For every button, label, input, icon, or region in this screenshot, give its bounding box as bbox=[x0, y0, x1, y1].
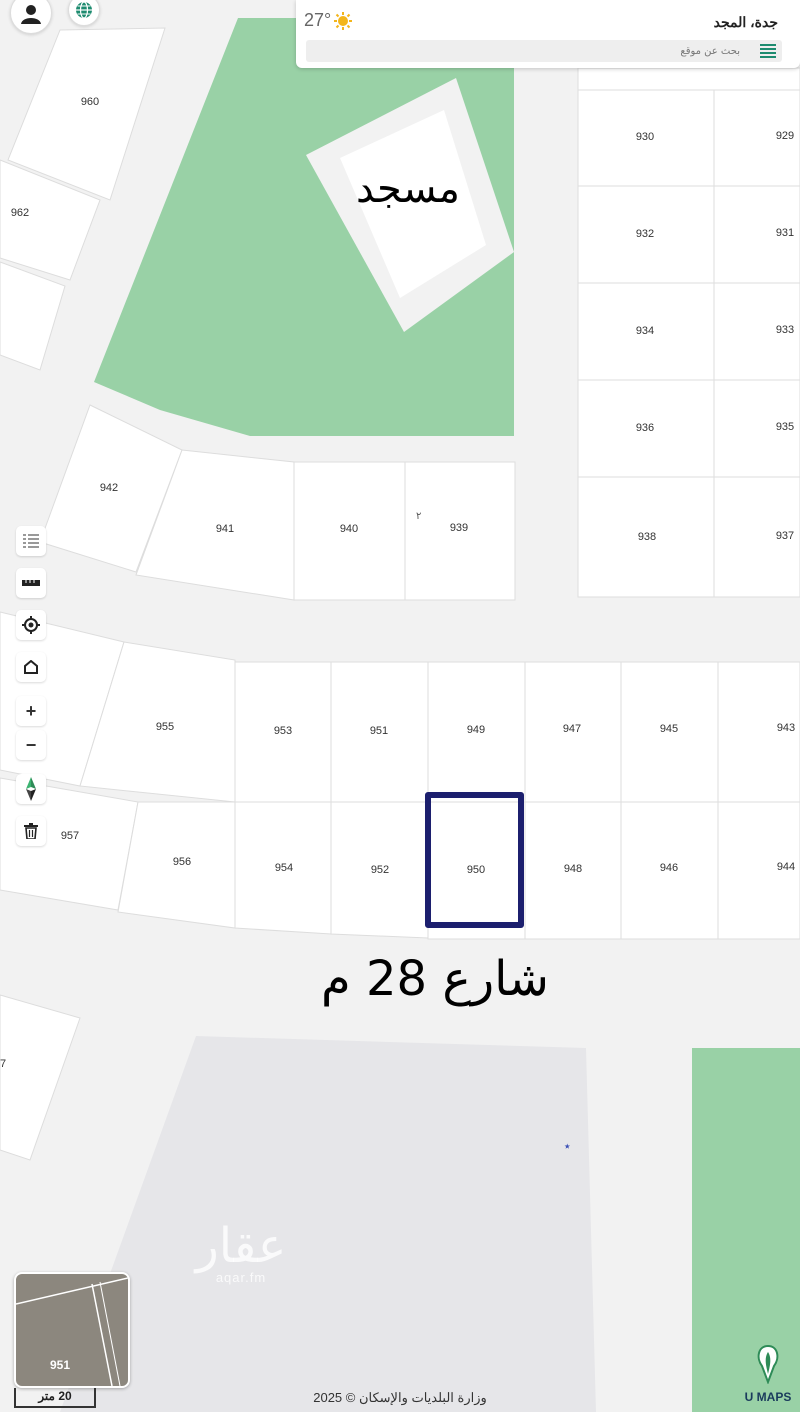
small-marker: ٭ bbox=[564, 1139, 571, 1153]
watermark-title: عقار bbox=[195, 1218, 287, 1274]
small-marker: ٢ bbox=[416, 511, 421, 522]
search-panel: 27° جدة، المجد bbox=[296, 0, 800, 68]
plot-label: 954 bbox=[275, 862, 293, 874]
menu-icon[interactable] bbox=[760, 44, 776, 58]
my-location-button[interactable] bbox=[16, 610, 46, 640]
plot-label: 960 bbox=[81, 96, 99, 108]
plot-label: 951 bbox=[370, 725, 388, 737]
map-canvas[interactable]: 960 962 930 929 932 931 934 933 936 935 … bbox=[0, 0, 800, 1412]
temperature: 27° bbox=[304, 10, 332, 30]
plot-label: 937 bbox=[776, 530, 794, 542]
plot-label: 942 bbox=[100, 482, 118, 494]
plot-label: 945 bbox=[660, 723, 678, 735]
umaps-brand: U MAPS bbox=[744, 1390, 792, 1404]
plot-label: 930 bbox=[636, 131, 654, 143]
minimap-label: 951 bbox=[50, 1358, 71, 1372]
scale-bar: 20 متر bbox=[14, 1388, 96, 1408]
list-icon bbox=[23, 534, 39, 548]
plot-label: 940 bbox=[340, 523, 358, 535]
plot-label: 936 bbox=[636, 422, 654, 434]
plot-label: 949 bbox=[467, 724, 485, 736]
trash-icon bbox=[24, 823, 38, 839]
plot-label: 935 bbox=[776, 421, 794, 433]
sun-icon bbox=[334, 11, 353, 30]
weather-widget: 27° bbox=[304, 10, 353, 31]
satellite-minimap[interactable]: 951 bbox=[14, 1272, 130, 1388]
search-box bbox=[306, 40, 782, 62]
plot-label: 946 bbox=[660, 862, 678, 874]
plot-label: 944 bbox=[777, 861, 795, 873]
plot-label: 933 bbox=[776, 324, 794, 336]
umaps-logo: U MAPS bbox=[740, 1344, 796, 1404]
search-input[interactable] bbox=[306, 40, 746, 62]
plot-label: 931 bbox=[776, 227, 794, 239]
plot-label: 7 bbox=[0, 1058, 6, 1070]
plot-label: 955 bbox=[156, 721, 174, 733]
plot-label: 948 bbox=[564, 863, 582, 875]
home-icon bbox=[24, 660, 38, 674]
plot-label: 957 bbox=[61, 830, 79, 842]
zoom-in-button[interactable]: + bbox=[16, 696, 46, 726]
plot-label: 950 bbox=[467, 864, 485, 876]
plot-label: 953 bbox=[274, 725, 292, 737]
copyright-text: وزارة البلديات والإسكان © 2025 bbox=[313, 1390, 487, 1405]
location-title: جدة، المجد bbox=[713, 14, 778, 30]
locate-icon bbox=[22, 616, 40, 634]
plot-label: 943 bbox=[777, 722, 795, 734]
compass-icon bbox=[26, 777, 36, 801]
plot-label: 952 bbox=[371, 864, 389, 876]
plot-label: 941 bbox=[216, 523, 234, 535]
plot-label: 929 bbox=[776, 130, 794, 142]
plot-label: 932 bbox=[636, 228, 654, 240]
right-plots-upper bbox=[577, 67, 800, 598]
umaps-icon bbox=[757, 1344, 779, 1384]
plot-label: 947 bbox=[563, 723, 581, 735]
zoom-out-button[interactable]: − bbox=[16, 730, 46, 760]
watermark: عقار aqar.fm bbox=[176, 1222, 306, 1285]
layers-list-button[interactable] bbox=[16, 526, 46, 556]
measure-button[interactable] bbox=[16, 568, 46, 598]
minimap-lines bbox=[16, 1277, 128, 1386]
plot-label: 939 bbox=[450, 522, 468, 534]
compass-button[interactable] bbox=[16, 774, 46, 804]
plot-label: 934 bbox=[636, 325, 654, 337]
user-icon bbox=[21, 5, 41, 24]
street-label: شارع 28 م bbox=[321, 951, 549, 1007]
plot-label: 956 bbox=[173, 856, 191, 868]
plot-label: 938 bbox=[638, 531, 656, 543]
ruler-icon bbox=[22, 580, 40, 586]
home-button[interactable] bbox=[16, 652, 46, 682]
globe-icon bbox=[76, 1, 92, 19]
plot-label: 962 bbox=[11, 207, 29, 219]
mosque-label: مسجد bbox=[356, 166, 460, 212]
delete-button[interactable] bbox=[16, 816, 46, 846]
